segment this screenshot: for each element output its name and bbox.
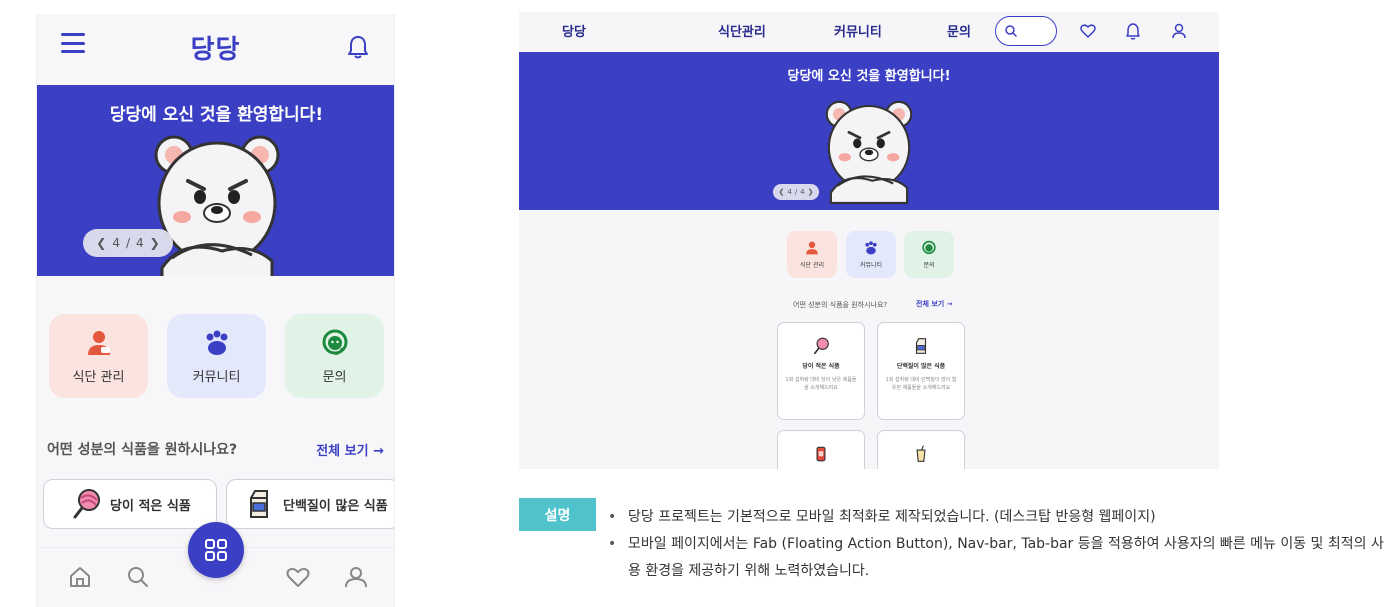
quick-menu-label: 문의: [923, 262, 935, 269]
quick-menu-inquiry[interactable]: 문의: [285, 314, 384, 398]
polar-bear-mascot-image: [825, 100, 913, 204]
description-item: 당당 프로젝트는 기본적으로 모바일 최적화로 제작되었습니다. (데스크탑 반…: [608, 504, 1388, 531]
milk-carton-icon: [915, 338, 927, 354]
desktop-banner-title: 당당에 오신 것을 환영합니다!: [787, 69, 951, 84]
chevron-right-icon[interactable]: ❯: [150, 236, 160, 250]
desktop-mockup: 당당 식단관리 커뮤니티 문의 당당에 오신 것을 환영합니다! ❮ 4 / 4…: [519, 12, 1219, 469]
carousel-pager[interactable]: ❮ 4 / 4 ❯: [83, 229, 173, 257]
lollipop-icon: [73, 489, 100, 519]
chevron-left-icon[interactable]: ❮: [778, 188, 784, 196]
card-label: 당이 적은 식품: [110, 498, 191, 514]
nav-diet-link[interactable]: 식단관리: [718, 21, 766, 40]
mobile-logo[interactable]: 당당: [37, 29, 394, 66]
section-question: 어떤 성분의 식품을 원하시나요?: [47, 442, 238, 458]
nav-inquiry-link[interactable]: 문의: [947, 21, 971, 40]
section-question: 어떤 성분의 식품을 원하시나요?: [793, 301, 888, 309]
grid-fab-icon: [205, 539, 227, 561]
quick-menu-label: 식단 관리: [800, 262, 824, 269]
user-icon[interactable]: [1170, 22, 1188, 40]
low-sugar-card[interactable]: 당이 적은 식품: [43, 479, 217, 529]
chevron-right-icon[interactable]: ❯: [808, 188, 814, 196]
high-protein-card[interactable]: 단백질이 많은 식품: [226, 479, 394, 529]
card-label: 단백질이 많은 식품: [283, 498, 388, 514]
search-icon: [1005, 25, 1017, 37]
mobile-banner-title: 당당에 오신 것을 환영합니다!: [109, 105, 324, 125]
ingredient-section-header: 어떤 성분의 식품을 원하시나요? 전체 보기 →: [47, 438, 384, 460]
low-sugar-card[interactable]: 당이 적은 식품 1회 섭취량 대비 당이 낮은 제품들을 소개해드려요: [777, 322, 865, 420]
bell-icon[interactable]: [1124, 22, 1142, 40]
milk-carton-icon: [250, 490, 268, 518]
polar-bear-mascot-image: [154, 135, 280, 276]
nav-community-link[interactable]: 커뮤니티: [834, 21, 882, 40]
quick-menu-inquiry[interactable]: 문의: [904, 231, 954, 278]
carousel-pager[interactable]: ❮ 4 / 4 ❯: [773, 184, 819, 200]
support-agent-icon: [922, 240, 936, 255]
description-list: 당당 프로젝트는 기본적으로 모바일 최적화로 제작되었습니다. (데스크탑 반…: [608, 504, 1388, 585]
bell-icon[interactable]: [346, 34, 370, 60]
desktop-nav-bar: 당당 식단관리 커뮤니티 문의: [519, 12, 1219, 52]
high-protein-card[interactable]: 단백질이 많은 식품 1회 섭취량 대비 단백질이 많이 함유된 제품들을 소개…: [877, 322, 965, 420]
mobile-header: 당당: [37, 14, 394, 85]
quick-menu-label: 문의: [322, 369, 347, 385]
pager-sep: /: [125, 236, 131, 250]
user-diet-icon: [806, 241, 818, 255]
can-icon: [816, 446, 826, 462]
low-sodium-card[interactable]: [777, 430, 865, 469]
card-description: 1회 섭취량 대비 단백질이 많이 함유된 제품들을 소개해드려요: [885, 377, 957, 391]
quick-menu-community[interactable]: 커뮤니티: [167, 314, 266, 398]
pager-current: 4: [112, 236, 120, 250]
desktop-logo[interactable]: 당당: [562, 21, 586, 40]
quick-menu-community[interactable]: 커뮤니티: [846, 231, 896, 278]
description-badge: 설명: [519, 498, 596, 531]
quick-menu-label: 식단 관리: [72, 369, 125, 385]
home-icon[interactable]: [67, 564, 93, 590]
view-all-link[interactable]: 전체 보기 →: [316, 440, 384, 459]
drink-cup-icon: [916, 445, 926, 462]
view-all-link[interactable]: 전체 보기 →: [916, 299, 953, 309]
mobile-mockup: 당당 당당에 오신 것을 환영합니다! ❮ 4 / 4 ❯ 식단 관리 커뮤니티…: [36, 14, 395, 607]
paw-community-icon: [206, 330, 227, 355]
desktop-search-input[interactable]: [995, 16, 1057, 46]
paw-community-icon: [865, 241, 877, 255]
quick-menu-diet[interactable]: 식단 관리: [787, 231, 837, 278]
support-agent-icon: [322, 329, 347, 355]
mobile-banner[interactable]: 당당에 오신 것을 환영합니다! ❮ 4 / 4 ❯: [37, 85, 394, 276]
chevron-left-icon[interactable]: ❮: [96, 236, 106, 250]
search-icon[interactable]: [125, 564, 151, 590]
card-title: 당이 적은 식품: [802, 363, 840, 370]
user-diet-icon: [87, 330, 110, 355]
desktop-banner[interactable]: 당당에 오신 것을 환영합니다! ❮ 4 / 4 ❯: [519, 52, 1219, 210]
description-item: 모바일 페이지에서는 Fab (Floating Action Button),…: [608, 531, 1388, 585]
pager-current: 4: [787, 188, 792, 196]
floating-action-button[interactable]: [188, 522, 244, 578]
lollipop-icon: [813, 337, 829, 355]
drink-card[interactable]: [877, 430, 965, 469]
quick-menu-diet[interactable]: 식단 관리: [49, 314, 148, 398]
quick-menu-label: 커뮤니티: [859, 262, 883, 269]
heart-icon[interactable]: [285, 564, 311, 590]
card-description: 1회 섭취량 대비 당이 낮은 제품들을 소개해드려요: [785, 377, 857, 391]
pager-total: 4: [800, 188, 805, 196]
heart-icon[interactable]: [1079, 22, 1097, 40]
quick-menu-label: 커뮤니티: [192, 369, 241, 385]
user-icon[interactable]: [343, 564, 369, 590]
pager-total: 4: [136, 236, 144, 250]
card-title: 단백질이 많은 식품: [896, 363, 946, 370]
pager-sep: /: [794, 188, 798, 196]
